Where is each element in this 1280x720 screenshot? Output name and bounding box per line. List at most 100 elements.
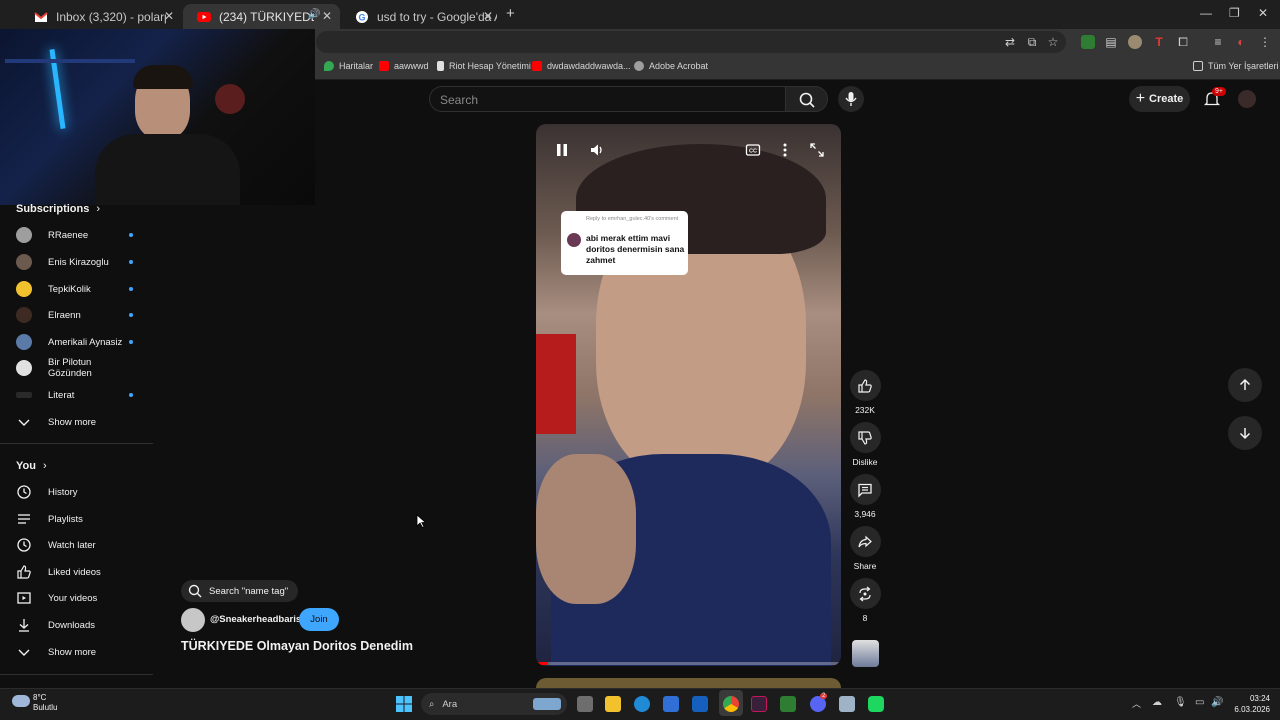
pause-icon[interactable] xyxy=(554,142,570,158)
sidebar-item-bir-pilotun-gozunden[interactable]: Bir Pilotun Gözünden xyxy=(16,357,136,379)
tab-title: Inbox (3,320) - polarpandaas@ xyxy=(56,9,166,24)
show-more-you[interactable]: Show more xyxy=(16,642,136,662)
sidebar-item-liked-videos[interactable]: Liked videos xyxy=(16,562,136,582)
channel-avatar[interactable] xyxy=(181,608,205,632)
subscriptions-header[interactable]: Subscriptions › xyxy=(16,203,100,215)
volume-icon[interactable]: 🔊 xyxy=(1211,697,1223,708)
extension-icon[interactable] xyxy=(1128,35,1142,49)
you-header[interactable]: You › xyxy=(16,460,47,472)
store-icon[interactable] xyxy=(663,696,679,712)
notifications-button[interactable]: 9+ xyxy=(1203,87,1226,108)
sidebar-item-history[interactable]: History xyxy=(16,482,136,502)
sidebar-item-rraenee[interactable]: RRaenee xyxy=(16,225,136,245)
taskbar-search[interactable]: ⌕ Ara xyxy=(421,693,567,715)
next-short-preview xyxy=(536,678,841,688)
sidebar-item-tepkikolik[interactable]: TepkiKolik xyxy=(16,279,136,299)
star-icon[interactable]: ☆ xyxy=(1046,35,1060,49)
sidebar-item-playlists[interactable]: Playlists xyxy=(16,509,136,529)
join-button[interactable]: Join xyxy=(299,608,339,631)
monitor-icon[interactable]: ▭ xyxy=(1195,697,1204,708)
file-explorer-icon[interactable] xyxy=(605,696,621,712)
search-button[interactable] xyxy=(785,86,828,112)
sidebar-item-downloads[interactable]: Downloads xyxy=(16,615,136,635)
reading-list-icon[interactable]: ≡ xyxy=(1211,35,1225,49)
short-video-player[interactable] xyxy=(536,124,841,666)
sidebar-item-your-videos[interactable]: Your videos xyxy=(16,588,136,608)
previous-short-button[interactable] xyxy=(1228,368,1262,402)
search-tag-chip[interactable]: Search "name tag" xyxy=(181,580,299,602)
install-icon[interactable]: ⧉ xyxy=(1025,35,1039,49)
show-more-subscriptions[interactable]: Show more xyxy=(16,412,136,432)
avatar[interactable] xyxy=(1238,90,1256,108)
audio-thumbnail[interactable] xyxy=(852,640,879,667)
clock[interactable]: 03:24 6.03.2026 xyxy=(1232,693,1270,715)
volume-icon[interactable] xyxy=(589,142,605,158)
share-button[interactable]: Share xyxy=(849,526,881,571)
sidebar-item-label: Enis Kirazoglu xyxy=(48,256,109,268)
app-icon[interactable] xyxy=(839,696,855,712)
minimize-icon[interactable]: — xyxy=(1200,6,1212,20)
captions-icon[interactable]: CC xyxy=(745,142,761,158)
tab-gmail[interactable]: Inbox (3,320) - polarpandaas@ ✕ xyxy=(20,4,182,29)
speaker-icon[interactable]: 🔊 xyxy=(308,9,320,20)
weather-widget[interactable]: 8°C Bulutlu xyxy=(33,693,57,713)
close-icon[interactable]: ✕ xyxy=(483,9,493,23)
cloud-sync-icon[interactable]: ☁ xyxy=(1152,697,1162,708)
puzzle-icon[interactable]: ⧠ xyxy=(1176,35,1190,49)
extension-icon[interactable] xyxy=(1081,35,1095,49)
comments-button[interactable]: 3,946 xyxy=(849,474,881,519)
bookmark-item[interactable]: Adobe Acrobat xyxy=(634,61,708,71)
comments-circle xyxy=(849,474,881,505)
task-view-icon[interactable] xyxy=(577,696,593,712)
bookmark-item[interactable]: Riot Hesap Yönetimi xyxy=(437,61,531,71)
weather-temp: 8°C xyxy=(33,693,47,702)
tab-youtube[interactable]: (234) TÜRKIYEDE Olmayan 🔊 ✕ xyxy=(183,4,340,29)
progress-bar[interactable] xyxy=(536,662,841,665)
thumbs-up-icon xyxy=(858,378,872,393)
voice-search-button[interactable] xyxy=(838,86,864,112)
tab-google[interactable]: G usd to try - Google'da Ara ✕ xyxy=(341,4,501,29)
profile-icon[interactable]: ◐ xyxy=(1234,35,1248,49)
create-button[interactable]: + Create xyxy=(1129,86,1190,112)
sidebar-item-elraenn[interactable]: Elraenn xyxy=(16,305,136,325)
next-short-button[interactable] xyxy=(1228,416,1262,450)
sidebar-item-literat[interactable]: Literat xyxy=(16,385,136,405)
restore-icon[interactable]: ❐ xyxy=(1229,6,1240,20)
more-options-icon[interactable] xyxy=(777,142,793,158)
taskbar-search-label: Ara xyxy=(442,698,458,710)
close-icon[interactable]: ✕ xyxy=(164,9,174,23)
chrome-icon[interactable] xyxy=(723,696,739,712)
mail-icon[interactable] xyxy=(692,696,708,712)
bookmark-item[interactable]: Haritalar xyxy=(324,61,373,71)
bookmark-item[interactable]: aawwwd xyxy=(379,61,429,71)
google-icon: G xyxy=(356,10,368,23)
sidebar-item-amerikali-aynasiz[interactable]: Amerikali Aynasiz xyxy=(16,332,136,352)
close-window-icon[interactable]: ✕ xyxy=(1258,6,1268,20)
extension-icon[interactable]: ▤ xyxy=(1104,35,1118,49)
channel-name[interactable]: @Sneakerheadbaris xyxy=(210,614,301,625)
app-icon[interactable] xyxy=(868,696,884,712)
translate-icon[interactable]: ⇄ xyxy=(1003,35,1017,49)
progress-fill xyxy=(536,662,549,665)
app-icon[interactable] xyxy=(751,696,767,712)
bookmark-item[interactable]: dwdawdaddwawda... xyxy=(532,61,631,71)
mouse-cursor-icon xyxy=(416,514,426,528)
new-tab-button[interactable]: + xyxy=(506,5,515,22)
edge-icon[interactable] xyxy=(634,696,650,712)
remix-button[interactable]: 8 xyxy=(849,578,881,623)
like-button[interactable]: 232K xyxy=(849,370,881,415)
search-input[interactable]: Search xyxy=(429,86,785,112)
more-menu-icon[interactable]: ⋮ xyxy=(1258,35,1272,49)
close-icon[interactable]: ✕ xyxy=(322,9,332,23)
extension-icon[interactable]: T xyxy=(1152,35,1166,49)
all-bookmarks[interactable]: Tüm Yer İşaretleri xyxy=(1193,61,1279,71)
dislike-button[interactable]: Dislike xyxy=(849,422,881,467)
chevron-up-icon[interactable]: ︿ xyxy=(1132,697,1141,710)
excel-icon[interactable] xyxy=(780,696,796,712)
microphone-icon[interactable]: 🎙 xyxy=(1174,697,1187,708)
windows-start-icon[interactable] xyxy=(396,696,412,712)
address-bar[interactable] xyxy=(316,31,1066,53)
fullscreen-icon[interactable] xyxy=(809,142,825,158)
sidebar-item-watch-later[interactable]: Watch later xyxy=(16,535,136,555)
sidebar-item-enis-kirazoglu[interactable]: Enis Kirazoglu xyxy=(16,252,136,272)
